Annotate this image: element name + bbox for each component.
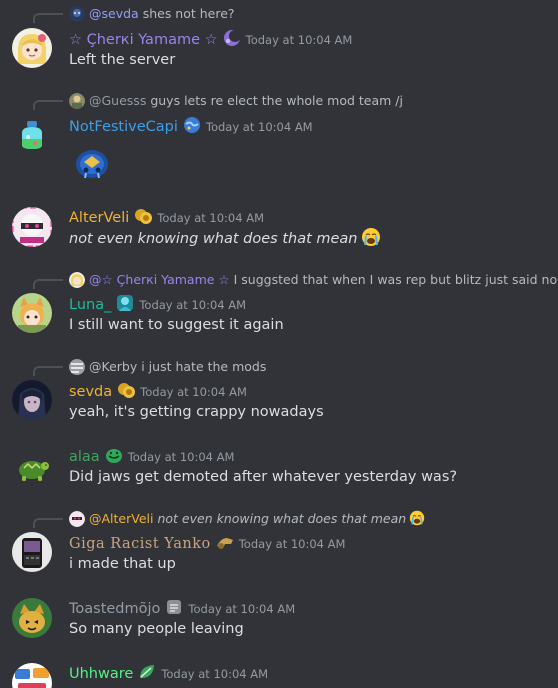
- reply-avatar-icon: [69, 359, 85, 375]
- message-header: sevda Today at 10:04 AM: [69, 380, 247, 402]
- teal-character-badge-icon[interactable]: [115, 293, 135, 313]
- cat-avatar[interactable]: [12, 598, 52, 638]
- reply-content: guys lets re elect the whole mod team /j: [150, 93, 403, 108]
- reply-connector: [33, 100, 63, 110]
- timestamp[interactable]: Today at 10:04 AM: [246, 33, 353, 47]
- gold-badge-icon[interactable]: [116, 380, 136, 400]
- message-header: ☆ Çherкi Yamame ☆ Today at 10:04 AM: [69, 28, 352, 50]
- reply-text: @Guesss guys lets re elect the whole mod…: [89, 92, 403, 110]
- reply-connector: [33, 13, 63, 23]
- fox-girl-avatar[interactable]: [12, 293, 52, 333]
- reply-avatar-icon: [69, 93, 85, 109]
- pink-masked-avatar[interactable]: [12, 207, 52, 247]
- message-header: Luna_ Today at 10:04 AM: [69, 293, 246, 315]
- sad-pufferfish-emoji[interactable]: [72, 142, 112, 182]
- reply-author[interactable]: @Guesss: [89, 93, 146, 108]
- reply-preview[interactable]: @Guesss guys lets re elect the whole mod…: [33, 91, 533, 111]
- timestamp[interactable]: Today at 10:04 AM: [206, 120, 313, 134]
- message-content: So many people leaving: [69, 621, 244, 637]
- reply-avatar-icon: [69, 511, 85, 527]
- message-header: alaa Today at 10:04 AM: [69, 445, 234, 467]
- dark-hair-girl-avatar[interactable]: [12, 380, 52, 420]
- timestamp[interactable]: Today at 10:04 AM: [139, 298, 246, 312]
- message-content: not even knowing what does that mean: [69, 227, 381, 250]
- timestamp[interactable]: Today at 10:04 AM: [188, 602, 295, 616]
- turtle-avatar[interactable]: [12, 446, 52, 486]
- blue-globe-badge-icon[interactable]: [182, 115, 202, 135]
- potion-bottle-avatar[interactable]: [12, 115, 52, 155]
- author-name[interactable]: Uhhware: [69, 666, 133, 682]
- message-content: i made that up: [69, 556, 176, 572]
- gray-sticker-badge-icon[interactable]: [164, 597, 184, 617]
- author-name[interactable]: Luna_: [69, 297, 111, 313]
- reply-connector: [33, 518, 63, 528]
- timestamp[interactable]: Today at 10:04 AM: [239, 537, 346, 551]
- reply-author[interactable]: @Kerby: [89, 359, 137, 374]
- reply-preview[interactable]: @☆ Çherкi Yamame ☆ I suggsted that when …: [33, 270, 557, 290]
- reply-text: @AlterVeli not even knowing what does th…: [89, 510, 425, 528]
- reply-content: not even knowing what does that mean: [157, 511, 407, 526]
- author-name[interactable]: Giga Racist Yanko: [69, 536, 211, 552]
- reply-author[interactable]: @sevda: [89, 6, 139, 21]
- reply-content: i just hate the mods: [141, 359, 267, 374]
- stickers-avatar[interactable]: [12, 663, 52, 688]
- reply-preview[interactable]: @sevda shes not here?: [33, 4, 533, 24]
- loudly-crying-emoji[interactable]: [409, 510, 425, 526]
- message-header: Giga Racist Yanko Today at 10:04 AM: [69, 532, 345, 554]
- message-header: Uhhware Today at 10:04 AM: [69, 662, 268, 684]
- loudly-crying-emoji[interactable]: [361, 227, 381, 247]
- author-name[interactable]: sevda: [69, 384, 112, 400]
- reply-avatar-icon: [69, 272, 85, 288]
- gold-hand-badge-icon[interactable]: [215, 532, 235, 552]
- timestamp[interactable]: Today at 10:04 AM: [157, 211, 264, 225]
- reply-preview[interactable]: @AlterVeli not even knowing what does th…: [33, 509, 533, 529]
- reply-content: shes not here?: [142, 6, 235, 21]
- reply-avatar-icon: [69, 6, 85, 22]
- blonde-girl-avatar[interactable]: [12, 28, 52, 68]
- message-header: NotFestiveCapi Today at 10:04 AM: [69, 115, 313, 137]
- purple-moon-badge-icon[interactable]: [222, 28, 242, 48]
- reply-text: @Kerby i just hate the mods: [89, 358, 266, 376]
- message-content: yeah, it's getting crappy nowadays: [69, 404, 324, 420]
- timestamp[interactable]: Today at 10:04 AM: [161, 667, 268, 681]
- green-leaf-badge-icon[interactable]: [137, 662, 157, 682]
- message-header: AlterVeli Today at 10:04 AM: [69, 206, 264, 228]
- gold-badge-icon[interactable]: [133, 206, 153, 226]
- chat-message-list[interactable]: @sevda shes not here? ☆ Çherкi Yamame ☆ T…: [0, 0, 558, 688]
- message-content: Did jaws get demoted after whatever yest…: [69, 469, 458, 485]
- message-header: Toastedmõjo Today at 10:04 AM: [69, 597, 295, 619]
- author-name[interactable]: alaa: [69, 449, 100, 465]
- reply-preview[interactable]: @Kerby i just hate the mods: [33, 357, 533, 377]
- reply-author[interactable]: @☆ Çherкi Yamame ☆: [89, 272, 230, 287]
- phone-avatar[interactable]: [12, 532, 52, 572]
- author-name[interactable]: Toastedmõjo: [69, 601, 160, 617]
- reply-connector: [33, 366, 63, 376]
- reply-author[interactable]: @AlterVeli: [89, 511, 153, 526]
- timestamp[interactable]: Today at 10:04 AM: [140, 385, 247, 399]
- message-content: I still want to suggest it again: [69, 317, 284, 333]
- reply-text: @☆ Çherкi Yamame ☆ I suggsted that when …: [89, 271, 557, 289]
- author-name[interactable]: AlterVeli: [69, 210, 129, 226]
- author-name[interactable]: NotFestiveCapi: [69, 119, 178, 135]
- timestamp[interactable]: Today at 10:04 AM: [128, 450, 235, 464]
- message-content: Left the server: [69, 52, 176, 68]
- reply-connector: [33, 279, 63, 289]
- reply-text: @sevda shes not here?: [89, 5, 235, 23]
- message-text: not even knowing what does that mean: [69, 231, 358, 247]
- reply-content: I suggsted that when I was rep but blitz…: [233, 272, 558, 287]
- author-name[interactable]: ☆ Çherкi Yamame ☆: [69, 32, 218, 48]
- green-face-badge-icon[interactable]: [104, 445, 124, 465]
